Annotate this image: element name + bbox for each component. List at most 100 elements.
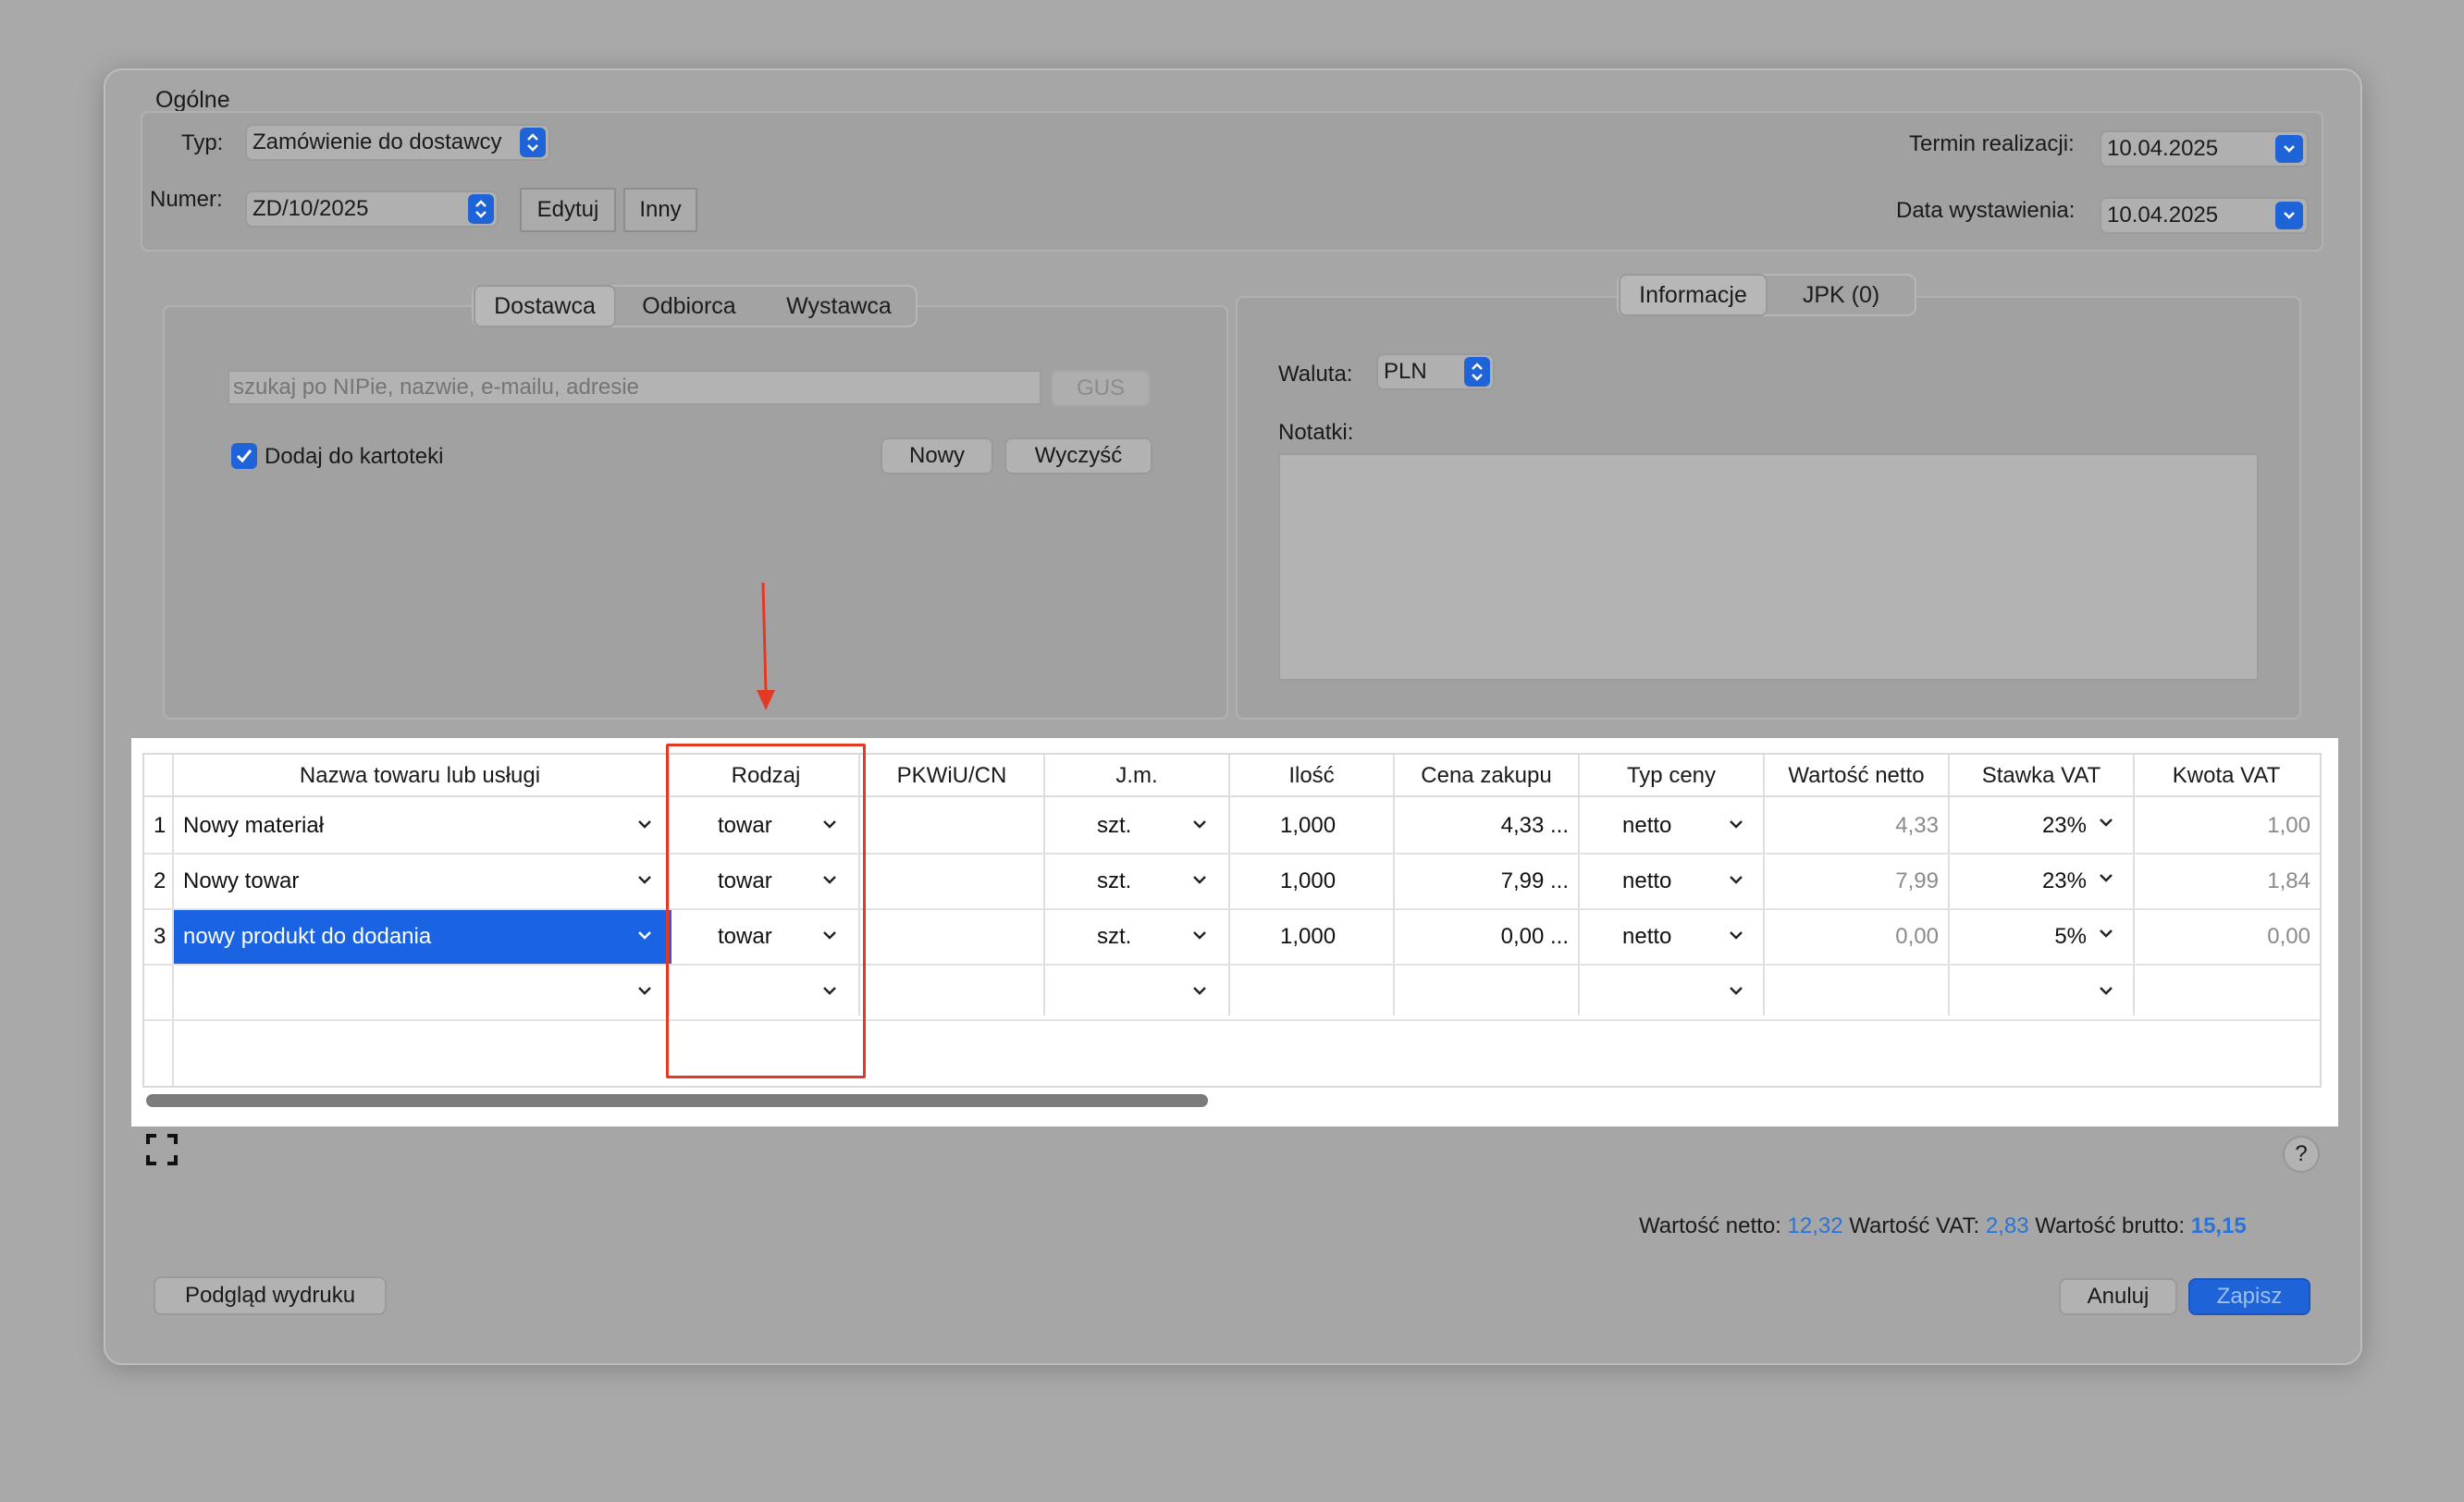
cell-typ-ceny[interactable]: netto <box>1622 855 1715 908</box>
chevron-down-icon[interactable] <box>1726 980 1746 1001</box>
cell-nazwa[interactable]: Nowy towar <box>183 855 627 908</box>
column-header-wartosc-netto[interactable]: Wartość netto <box>1765 755 1948 797</box>
chevron-down-icon[interactable] <box>1726 869 1746 890</box>
chevron-down-icon[interactable] <box>634 925 655 945</box>
cell-jm[interactable]: szt. <box>1097 799 1189 853</box>
wyczysc-button[interactable]: Wyczyść <box>1004 437 1152 474</box>
tab-dostawca[interactable]: Dostawca <box>474 285 616 327</box>
data-wystawienia-date-picker[interactable]: 10.04.2025 <box>2100 197 2309 234</box>
column-header-cena[interactable]: Cena zakupu <box>1395 755 1578 797</box>
party-search-input[interactable] <box>228 370 1041 405</box>
column-header-pkwiu[interactable]: PKWiU/CN <box>860 755 1043 797</box>
waluta-select[interactable]: PLN <box>1376 353 1495 390</box>
checkmark-icon <box>236 449 253 463</box>
column-header-nazwa[interactable]: Nazwa towaru lub usługi <box>174 755 666 797</box>
column-header-ilosc[interactable]: Ilość <box>1230 755 1393 797</box>
typ-label: Typ: <box>181 130 224 155</box>
termin-value: 10.04.2025 <box>2107 136 2219 161</box>
chevron-down-icon[interactable] <box>1189 925 1210 945</box>
cell-nazwa[interactable]: Nowy materiał <box>183 799 627 853</box>
cell-ilosc[interactable]: 1,000 <box>1280 799 1391 853</box>
cell-typ-ceny[interactable]: netto <box>1622 799 1715 853</box>
chevron-down-icon[interactable] <box>634 869 655 890</box>
cell-jm[interactable]: szt. <box>1097 910 1189 964</box>
chevron-down-icon[interactable] <box>1189 869 1210 890</box>
chevron-down-icon[interactable] <box>2096 868 2116 888</box>
chevron-down-icon[interactable] <box>2096 812 2116 832</box>
cell-kwota-vat: 1,84 <box>2267 868 2310 893</box>
chevron-down-icon[interactable] <box>2096 923 2116 943</box>
chevron-down-icon[interactable] <box>634 980 655 1001</box>
tab-informacje[interactable]: Informacje <box>1619 274 1768 316</box>
column-header-stawka-vat[interactable]: Stawka VAT <box>1950 755 2133 797</box>
print-preview-button[interactable]: Podgląd wydruku <box>154 1276 387 1315</box>
row-number: 2 <box>154 868 166 893</box>
column-header-jm[interactable]: J.m. <box>1045 755 1228 797</box>
typ-select[interactable]: Zamówienie do dostawcy <box>245 124 550 161</box>
cell-nazwa-selected[interactable]: nowy produkt do dodania <box>174 910 668 964</box>
cell-kwota-vat: 1,00 <box>2267 813 2310 838</box>
chevron-down-icon[interactable] <box>1189 980 1210 1001</box>
notatki-label: Notatki: <box>1278 420 1354 445</box>
cell-pkwiu[interactable] <box>866 799 1041 853</box>
cell-stawka-vat[interactable]: 5% <box>1957 910 2087 964</box>
updown-stepper-icon <box>520 128 546 157</box>
cell-wartosc-netto: 7,99 <box>1895 868 1939 893</box>
chevron-down-icon[interactable] <box>2096 980 2116 1001</box>
column-divider <box>1043 755 1045 1016</box>
dodaj-checkbox[interactable] <box>231 443 257 469</box>
total-netto-label: Wartość netto: <box>1639 1213 1781 1238</box>
totals-summary: Wartość netto: 12,32 Wartość VAT: 2,83 W… <box>1639 1213 2247 1239</box>
column-divider <box>2133 755 2135 1016</box>
dodaj-label: Dodaj do kartoteki <box>265 444 444 469</box>
cell-pkwiu[interactable] <box>866 910 1041 964</box>
column-divider <box>1393 755 1395 1016</box>
numer-select[interactable]: ZD/10/2025 <box>245 191 499 228</box>
tab-jpk[interactable]: JPK (0) <box>1768 276 1915 314</box>
cell-cena[interactable]: 4,33 ... <box>1402 799 1569 853</box>
cell-cena[interactable]: 7,99 ... <box>1402 855 1569 908</box>
party-group <box>163 305 1228 720</box>
numer-value: ZD/10/2025 <box>253 196 369 221</box>
gus-button[interactable]: GUS <box>1051 370 1151 407</box>
edytuj-button[interactable]: Edytuj <box>520 188 616 232</box>
chevron-down-icon[interactable] <box>1189 814 1210 834</box>
general-section-title: Ogólne <box>155 87 230 113</box>
total-vat-label: Wartość VAT: <box>1849 1213 1980 1238</box>
annotation-highlight-box <box>666 744 866 1078</box>
nowy-button[interactable]: Nowy <box>881 437 993 474</box>
total-brutto-value: 15,15 <box>2190 1213 2247 1238</box>
cell-cena[interactable]: 0,00 ... <box>1402 910 1569 964</box>
column-header-kwota-vat[interactable]: Kwota VAT <box>2135 755 2318 797</box>
chevron-down-icon[interactable] <box>634 814 655 834</box>
help-button[interactable]: ? <box>2283 1136 2320 1173</box>
fullscreen-expand-icon[interactable] <box>146 1134 178 1165</box>
cell-ilosc[interactable]: 1,000 <box>1280 855 1391 908</box>
cell-typ-ceny[interactable]: netto <box>1622 910 1715 964</box>
cell-stawka-vat[interactable]: 23% <box>1957 799 2087 853</box>
cell-nazwa-text: nowy produkt do dodania <box>183 924 432 949</box>
tab-odbiorca[interactable]: Odbiorca <box>616 287 762 326</box>
notatki-textarea[interactable] <box>1278 453 2259 681</box>
tab-wystawca[interactable]: Wystawca <box>762 287 916 326</box>
chevron-down-icon[interactable] <box>1726 814 1746 834</box>
column-divider <box>1578 755 1580 1016</box>
termin-date-picker[interactable]: 10.04.2025 <box>2100 130 2309 167</box>
party-tabs: Dostawca Odbiorca Wystawca <box>472 285 918 327</box>
cell-jm[interactable]: szt. <box>1097 855 1189 908</box>
waluta-value: PLN <box>1384 359 1427 384</box>
save-button[interactable]: Zapisz <box>2188 1278 2310 1315</box>
cell-ilosc[interactable]: 1,000 <box>1280 910 1391 964</box>
cell-stawka-vat[interactable]: 23% <box>1957 855 2087 908</box>
inny-button[interactable]: Inny <box>623 188 697 232</box>
scrollbar-thumb[interactable] <box>146 1094 1208 1107</box>
info-tabs: Informacje JPK (0) <box>1617 274 1916 316</box>
cancel-button[interactable]: Anuluj <box>2059 1278 2177 1315</box>
typ-value: Zamówienie do dostawcy <box>253 129 502 154</box>
cell-pkwiu[interactable] <box>866 855 1041 908</box>
column-header-typ-ceny[interactable]: Typ ceny <box>1580 755 1763 797</box>
termin-label: Termin realizacji: <box>1909 131 2075 156</box>
table-header: Nazwa towaru lub usługi Rodzaj PKWiU/CN … <box>144 755 2320 797</box>
cell-wartosc-netto: 0,00 <box>1895 924 1939 949</box>
chevron-down-icon[interactable] <box>1726 925 1746 945</box>
